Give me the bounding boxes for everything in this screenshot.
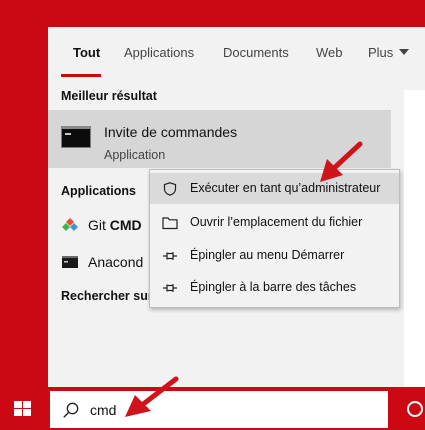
menu-item-label: Ouvrir l’emplacement du fichier [190, 215, 363, 229]
menu-item-label: Épingler à la barre des tâches [190, 280, 357, 294]
folder-icon [162, 217, 178, 230]
best-match-title: Invite de commandes [104, 124, 238, 140]
best-match-subtitle: Application [104, 148, 166, 162]
tab-plus[interactable]: Plus [368, 45, 410, 61]
shield-icon [163, 182, 177, 196]
search-icon [63, 402, 79, 418]
list-item-label: Git CMD [88, 217, 142, 233]
menu-item-pin-taskbar[interactable]: Épingler à la barre des tâches [150, 272, 399, 303]
chevron-down-icon [399, 49, 410, 55]
tab-documents[interactable]: Documents [223, 45, 289, 61]
tab-applications[interactable]: Applications [124, 45, 194, 61]
list-item-label: Anacond [88, 254, 144, 270]
pin-icon [163, 284, 177, 292]
context-menu: Exécuter en tant qu’administrateur Ouvri… [149, 169, 400, 308]
annotation-arrow-top [320, 141, 363, 182]
annotation-arrow-bottom [125, 376, 179, 417]
active-tab-indicator [61, 74, 101, 77]
tab-tout[interactable]: Tout [73, 45, 100, 61]
anaconda-prompt-icon [62, 256, 78, 268]
tab-web[interactable]: Web [316, 45, 343, 61]
cortana-icon[interactable] [407, 401, 423, 417]
preview-pane [404, 90, 425, 387]
apps-heading: Applications [61, 184, 137, 198]
tab-plus-label: Plus [368, 45, 394, 60]
list-item-anaconda[interactable]: Anacond [48, 247, 158, 277]
menu-item-label: Épingler au menu Démarrer [190, 248, 345, 262]
git-cmd-icon [62, 218, 78, 231]
search-tabs: Tout Applications Documents Web Plus [48, 27, 425, 77]
pin-icon [163, 252, 177, 260]
command-prompt-icon [61, 126, 91, 148]
windows-start-icon[interactable] [14, 401, 32, 417]
web-search-heading: Rechercher sur [61, 289, 153, 303]
list-item-git-cmd[interactable]: Git CMD [48, 210, 158, 240]
taskbar-search-box[interactable]: cmd [48, 389, 390, 430]
menu-item-pin-start[interactable]: Épingler au menu Démarrer [150, 240, 399, 271]
best-match-heading: Meilleur résultat [61, 89, 157, 103]
search-input[interactable]: cmd [90, 402, 116, 418]
menu-item-open-location[interactable]: Ouvrir l’emplacement du fichier [150, 207, 399, 238]
